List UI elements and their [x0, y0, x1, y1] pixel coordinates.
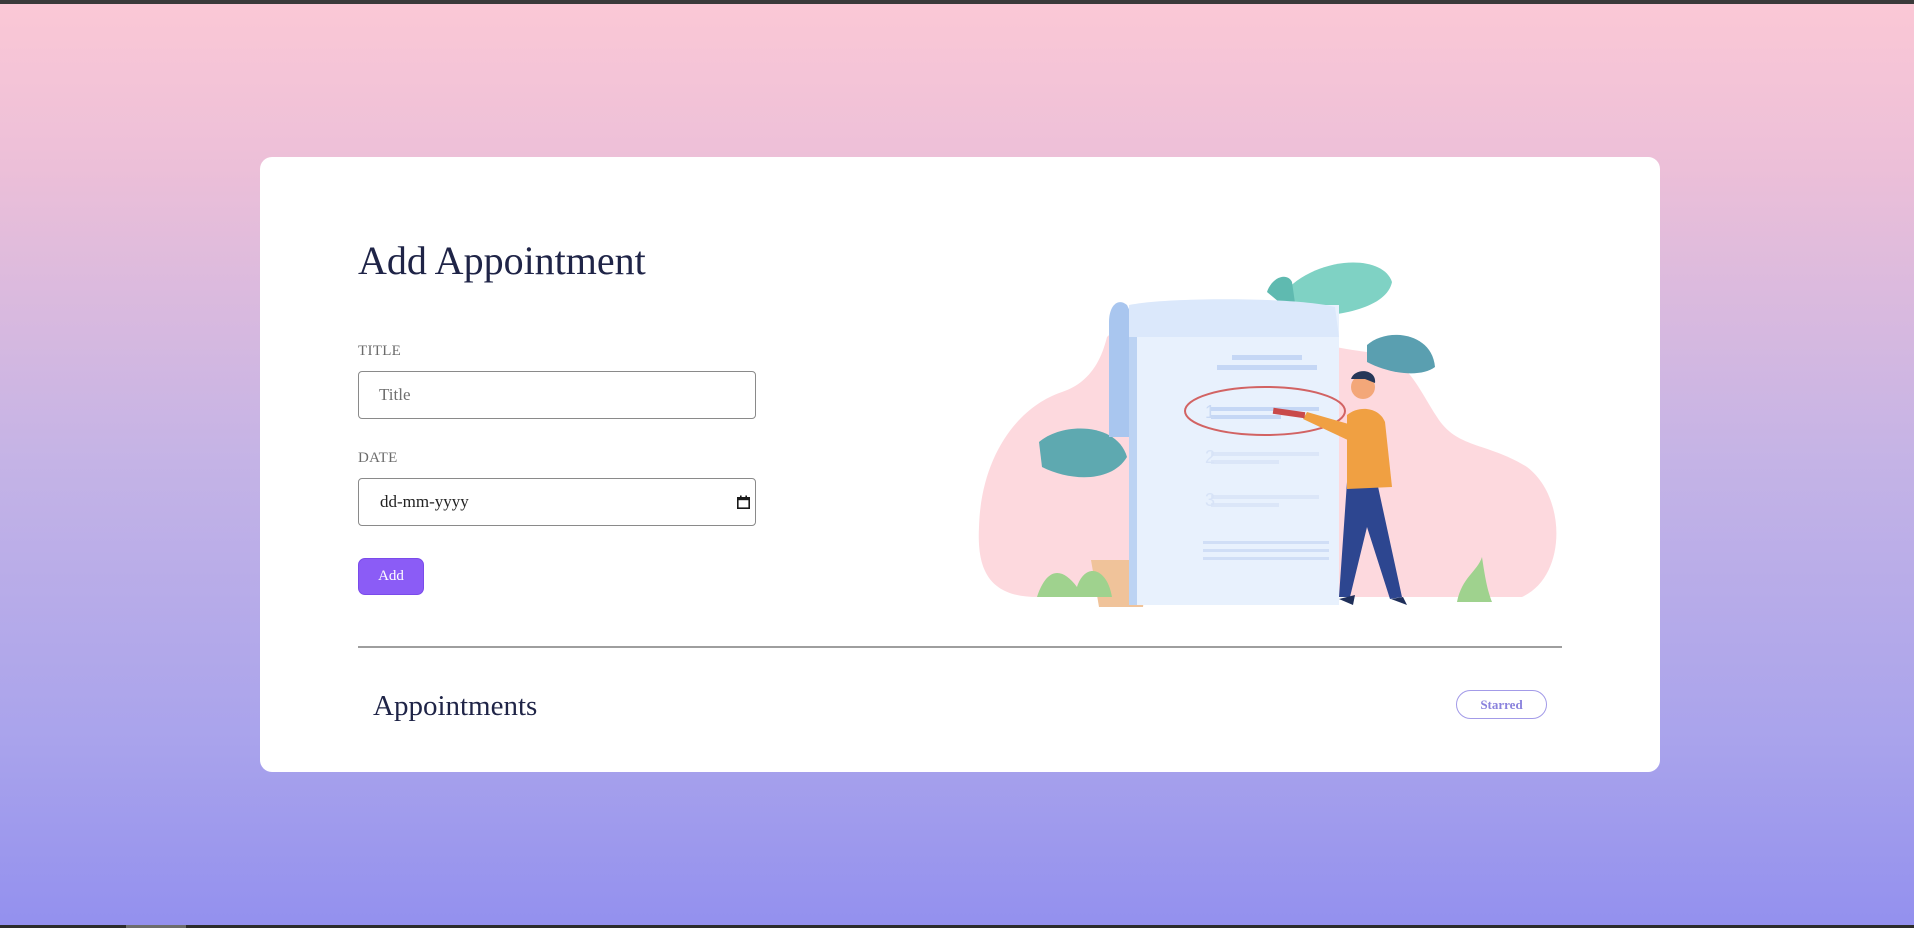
- appointment-illustration: 1 2 3: [978, 262, 1557, 607]
- appointments-heading: Appointments: [373, 690, 538, 722]
- date-label: DATE: [358, 450, 398, 466]
- title-input[interactable]: [358, 371, 756, 419]
- appointment-card: Add Appointment TITLE DATE dd-mm-yyyy Ad…: [260, 157, 1660, 772]
- starred-button[interactable]: Starred: [1456, 690, 1547, 719]
- date-input[interactable]: dd-mm-yyyy: [358, 478, 756, 526]
- list-number-1: 1: [1205, 402, 1215, 422]
- list-number-3: 3: [1205, 490, 1215, 510]
- document-edge: [1129, 337, 1137, 605]
- page-title: Add Appointment: [358, 238, 646, 283]
- window-top-bar: [0, 0, 1914, 4]
- date-input-text: dd-mm-yyyy: [380, 492, 469, 511]
- list-number-2: 2: [1205, 447, 1215, 467]
- calendar-icon[interactable]: [733, 492, 753, 512]
- document-top: [1129, 299, 1339, 337]
- add-button[interactable]: Add: [358, 558, 424, 595]
- title-label: TITLE: [358, 343, 402, 359]
- section-divider: [358, 646, 1562, 648]
